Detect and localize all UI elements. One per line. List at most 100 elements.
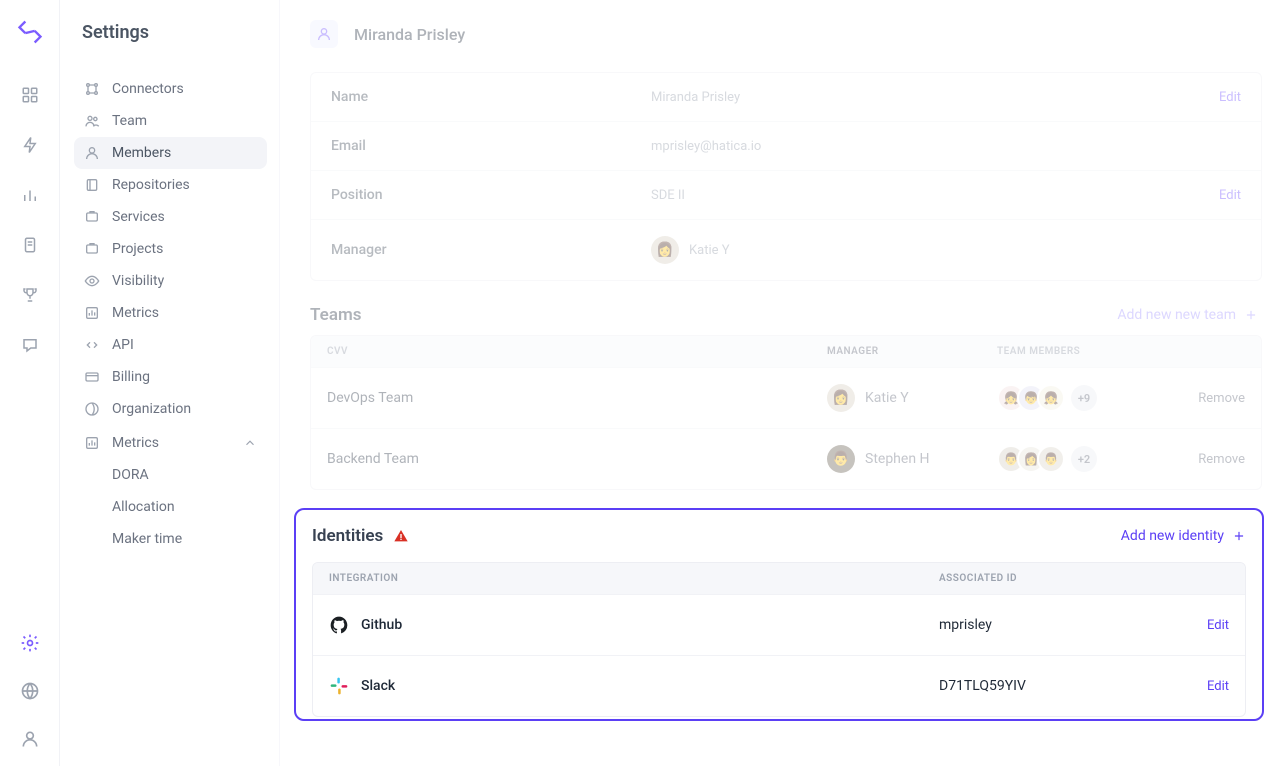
- sidebar-label: Projects: [112, 241, 163, 257]
- metrics-group-icon: [84, 435, 100, 451]
- sidebar-item-services[interactable]: Services: [74, 201, 267, 233]
- icon-rail: [0, 0, 60, 766]
- team-manager: 👩 Katie Y: [827, 384, 997, 412]
- field-label: Email: [331, 138, 651, 154]
- integration-cell: Slack: [329, 676, 939, 696]
- warning-icon: [393, 528, 409, 544]
- manager-avatar: 👩: [651, 236, 679, 264]
- remove-team-link[interactable]: Remove: [1167, 452, 1245, 467]
- edit-name-link[interactable]: Edit: [1219, 90, 1241, 105]
- teams-thead: CVV MANAGER TEAM MEMBERS: [311, 336, 1261, 367]
- identities-table: INTEGRATION ASSOCIATED ID Github mprisle…: [312, 562, 1246, 717]
- visibility-icon: [84, 273, 100, 289]
- sidebar-child-makertime[interactable]: Maker time: [74, 523, 267, 555]
- sidebar-item-api[interactable]: API: [74, 329, 267, 361]
- th-members: TEAM MEMBERS: [997, 346, 1167, 357]
- chat-icon[interactable]: [19, 334, 41, 356]
- identity-row: Slack D71TLQ59YIV Edit: [313, 655, 1245, 716]
- sidebar-label: Visibility: [112, 273, 164, 289]
- profile-avatar-icon: [310, 20, 338, 48]
- connectors-icon: [84, 81, 100, 97]
- field-label: Manager: [331, 242, 651, 258]
- settings-sidebar: Settings Connectors Team Members Reposit…: [60, 0, 280, 766]
- edit-identity-link[interactable]: Edit: [1207, 679, 1229, 694]
- sidebar-label: Team: [112, 113, 147, 129]
- associd-cell: D71TLQ59YIV: [939, 678, 1207, 694]
- sidebar-label: Metrics: [112, 305, 159, 321]
- sidebar-label: Members: [112, 145, 171, 161]
- logo-icon[interactable]: [16, 18, 44, 46]
- team-name: Backend Team: [327, 451, 827, 467]
- sidebar-item-members[interactable]: Members: [74, 137, 267, 169]
- teams-title: Teams: [310, 305, 361, 325]
- sidebar-item-billing[interactable]: Billing: [74, 361, 267, 393]
- field-value: SDE II: [651, 188, 1219, 203]
- sidebar-item-visibility[interactable]: Visibility: [74, 265, 267, 297]
- avatar-more: +2: [1071, 446, 1097, 472]
- sidebar-label: Organization: [112, 401, 191, 417]
- associd-cell: mprisley: [939, 617, 1207, 633]
- th-integration: INTEGRATION: [329, 573, 939, 584]
- trophy-icon[interactable]: [19, 284, 41, 306]
- sidebar-item-metrics[interactable]: Metrics: [74, 297, 267, 329]
- team-manager: 👨 Stephen H: [827, 445, 997, 473]
- identities-section: Identities Add new identity INTEGRATION …: [294, 508, 1264, 721]
- identities-title: Identities: [312, 526, 409, 546]
- team-members: 👨 👩 👨 +2: [997, 445, 1167, 473]
- sidebar-label: Billing: [112, 369, 150, 385]
- org-icon: [84, 401, 100, 417]
- identity-row: Github mprisley Edit: [313, 594, 1245, 655]
- identities-header: Identities Add new identity: [312, 526, 1246, 552]
- services-icon: [84, 209, 100, 225]
- team-icon: [84, 113, 100, 129]
- row-email: Email mprisley@hatica.io: [311, 122, 1261, 171]
- document-icon[interactable]: [19, 234, 41, 256]
- bolt-icon[interactable]: [19, 134, 41, 156]
- user-icon[interactable]: [19, 728, 41, 750]
- grid-icon[interactable]: [19, 84, 41, 106]
- plus-icon: [1232, 529, 1246, 543]
- edit-identity-link[interactable]: Edit: [1207, 618, 1229, 633]
- add-team-link[interactable]: Add new new team: [1117, 307, 1258, 323]
- repo-icon: [84, 177, 100, 193]
- sidebar-label: Connectors: [112, 81, 184, 97]
- sidebar-item-projects[interactable]: Projects: [74, 233, 267, 265]
- edit-position-link[interactable]: Edit: [1219, 188, 1241, 203]
- row-name: Name Miranda Prisley Edit: [311, 73, 1261, 122]
- sidebar-item-connectors[interactable]: Connectors: [74, 73, 267, 105]
- sidebar-label: API: [112, 337, 134, 353]
- projects-icon: [84, 241, 100, 257]
- globe-icon[interactable]: [19, 680, 41, 702]
- sidebar-item-team[interactable]: Team: [74, 105, 267, 137]
- add-identity-link[interactable]: Add new identity: [1121, 528, 1246, 544]
- th-cvv: CVV: [327, 346, 827, 357]
- field-label: Name: [331, 89, 651, 105]
- sidebar-group-metrics[interactable]: Metrics: [74, 427, 267, 459]
- sidebar-child-allocation[interactable]: Allocation: [74, 491, 267, 523]
- avatar: 👩: [827, 384, 855, 412]
- avatar: 👨: [827, 445, 855, 473]
- identities-thead: INTEGRATION ASSOCIATED ID: [313, 563, 1245, 594]
- field-value: mprisley@hatica.io: [651, 139, 1241, 154]
- remove-team-link[interactable]: Remove: [1167, 391, 1245, 406]
- sidebar-child-dora[interactable]: DORA: [74, 459, 267, 491]
- members-icon: [84, 145, 100, 161]
- gear-icon[interactable]: [19, 632, 41, 654]
- billing-icon: [84, 369, 100, 385]
- profile-header: Miranda Prisley: [306, 20, 1262, 48]
- sidebar-item-repositories[interactable]: Repositories: [74, 169, 267, 201]
- team-members: 👧 👦 👧 +9: [997, 384, 1167, 412]
- metrics-icon: [84, 305, 100, 321]
- sidebar-label: Repositories: [112, 177, 190, 193]
- sidebar-item-organization[interactable]: Organization: [74, 393, 267, 425]
- github-icon: [329, 615, 349, 635]
- avatar: 👧: [1037, 384, 1065, 412]
- slack-icon: [329, 676, 349, 696]
- teams-header: Teams Add new new team: [306, 305, 1262, 325]
- row-position: Position SDE II Edit: [311, 171, 1261, 220]
- teams-table: CVV MANAGER TEAM MEMBERS DevOps Team 👩 K…: [310, 335, 1262, 490]
- th-manager: MANAGER: [827, 346, 997, 357]
- chevron-up-icon: [243, 436, 257, 450]
- chart-icon[interactable]: [19, 184, 41, 206]
- sidebar-label: Services: [112, 209, 165, 225]
